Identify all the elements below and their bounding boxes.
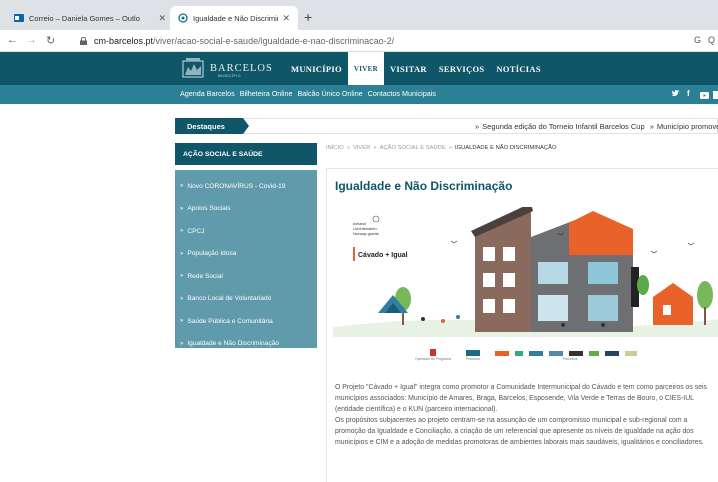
sidebar-menu: » Novo CORONAVÍRUS - Covid-19 » Apoios Soc… [175, 170, 317, 348]
highlight-item[interactable]: Município promove [657, 122, 718, 131]
sidebar-item-label: Apoios Sociais [187, 205, 231, 213]
tab-label: Correio – Daniela Gomes – Outlo [29, 13, 140, 23]
logo-name: BARCELOS [210, 63, 273, 74]
link-contactos[interactable]: Contactos Municipais [368, 89, 436, 98]
browser-tab-bar: Correio – Daniela Gomes – Outlo ✕ Iguald… [0, 0, 718, 30]
page-body: O Projeto "Cávado + Igual" integra como … [335, 382, 715, 448]
sidebar-item-igualdade[interactable]: » Igualdade e Não Discriminação [175, 333, 317, 356]
tab-label: Igualdade e Não Discriminação | [193, 13, 278, 23]
secondary-nav: Agenda Barcelos Bilheteira Online Balcão… [0, 85, 718, 104]
nav-viver[interactable]: VIVER [347, 52, 384, 85]
lock-icon [80, 37, 87, 45]
sidebar-item-coronavirus[interactable]: » Novo CORONAVÍRUS - Covid-19 [175, 175, 317, 198]
breadcrumb-current: IGUALDADE E NÃO DISCRIMINAÇÃO [454, 145, 557, 151]
url-path: /viver/acao-social-e-saude/igualdade-e-n… [153, 36, 395, 46]
nav-noticias[interactable]: NOTÍCIAS [490, 52, 546, 85]
promoter-logo: Promotor [466, 348, 480, 361]
tab-igualdade[interactable]: Igualdade e Não Discriminação | ✕ [170, 6, 298, 30]
sidebar-item-rede-social[interactable]: » Rede Social [175, 265, 317, 288]
link-balcao[interactable]: Balcão Único Online [298, 89, 363, 98]
sidebar-item-label: Saúde Pública e Comunitária [187, 317, 273, 325]
chevron-right-icon: » [373, 145, 377, 151]
sidebar-item-label: Novo CORONAVÍRUS - Covid-19 [187, 182, 286, 190]
paragraph-1: O Projeto "Cávado + Igual" integra como … [335, 384, 708, 413]
breadcrumb: INÍCIO» VIVER» AÇÃO SOCIAL E SAÚDE» IGUA… [326, 145, 559, 151]
barcelos-crest-icon [182, 57, 204, 77]
sidebar-item-apoios[interactable]: » Apoios Sociais [175, 198, 317, 221]
chevron-right-icon: » [180, 295, 184, 302]
nav-servicos[interactable]: SERVIÇOS [433, 52, 491, 85]
chevron-right-icon: » [180, 340, 184, 347]
chevron-right-icon: » [649, 122, 654, 131]
twitter-icon[interactable] [671, 89, 680, 100]
new-tab-button[interactable]: + [304, 9, 312, 25]
project-name: Cávado + Igual [358, 252, 408, 259]
sidebar-item-saude[interactable]: » Saúde Pública e Comunitária [175, 310, 317, 333]
paragraph-2: Os propósitos subjacentes ao projeto cen… [335, 417, 704, 446]
breadcrumb-viver[interactable]: VIVER [353, 145, 370, 151]
project-illustration: Iceland Liechtenstein Norway grants Cáva… [333, 207, 718, 337]
site-header: BARCELOS MUNICÍPIO MUNICÍPIO VIVER VISIT… [0, 52, 718, 85]
back-button[interactable]: ← [7, 34, 18, 46]
chevron-right-icon: » [475, 122, 480, 131]
facebook-icon[interactable]: f [687, 89, 690, 98]
sidebar-item-label: Igualdade e Não Discriminação [187, 340, 279, 348]
reload-button[interactable]: ↻ [46, 34, 55, 47]
youtube-icon[interactable] [700, 89, 709, 101]
partners-logos: Parceiros [495, 348, 645, 361]
highlights-arrow [243, 118, 249, 134]
nav-visitar[interactable]: VISITAR [384, 52, 433, 85]
highlights-label: Destaques [175, 118, 243, 134]
highlights-bar: Destaques » Segunda edição do Torneio Inf… [175, 118, 718, 134]
logo-subtitle: MUNICÍPIO [218, 74, 241, 78]
main-nav: MUNICÍPIO VIVER VISITAR SERVIÇOS NOTÍCIA… [285, 52, 547, 85]
link-agenda[interactable]: Agenda Barcelos [180, 89, 235, 98]
chevron-right-icon: » [180, 273, 184, 280]
chevron-right-icon: » [448, 145, 452, 151]
chevron-right-icon: » [180, 250, 184, 257]
chevron-right-icon: » [180, 228, 184, 235]
close-tab-icon[interactable]: ✕ [282, 13, 290, 24]
chevron-right-icon: » [346, 145, 350, 151]
breadcrumb-acao-social[interactable]: AÇÃO SOCIAL E SAÚDE [380, 145, 446, 151]
link-bilheteira[interactable]: Bilheteira Online [240, 89, 293, 98]
program-operator-logo: Operador do Programa [415, 348, 451, 361]
sponsor-logos: Operador do Programa Promotor Parceiros [415, 341, 645, 361]
url-input[interactable]: cm-barcelos.pt/viver/acao-social-e-saude… [80, 33, 710, 49]
breadcrumb-home[interactable]: INÍCIO [326, 145, 344, 151]
sidebar-item-label: Rede Social [187, 272, 223, 280]
nav-municipio[interactable]: MUNICÍPIO [285, 52, 348, 85]
chevron-right-icon: » [180, 205, 184, 212]
search-extension-icon[interactable]: Q [708, 35, 715, 45]
barcelos-logo[interactable]: BARCELOS MUNICÍPIO [180, 55, 278, 82]
close-tab-icon[interactable]: ✕ [158, 13, 166, 24]
sidebar-item-voluntariado[interactable]: » Banco Local de Voluntariado [175, 288, 317, 311]
sidebar-item-label: CPCJ [187, 227, 205, 235]
chevron-right-icon: » [180, 318, 184, 325]
highlights-ticker: » Segunda edição do Torneio Infantil Barc… [472, 122, 718, 131]
barcelos-favicon-icon [178, 13, 188, 23]
url-domain: cm-barcelos.pt [94, 36, 154, 46]
linkedin-icon[interactable] [713, 89, 718, 101]
tab-outlook[interactable]: Correio – Daniela Gomes – Outlo ✕ [6, 6, 174, 30]
svg-text:Norway grants: Norway grants [353, 231, 379, 236]
forward-button[interactable]: → [26, 34, 37, 46]
sidebar-item-label: Banco Local de Voluntariado [187, 295, 272, 303]
sidebar-item-populacao[interactable]: » População Idosa [175, 243, 317, 266]
outlook-icon [14, 14, 24, 22]
main-content: Igualdade e Não Discriminação Iceland Li… [326, 168, 718, 482]
page-title: Igualdade e Não Discriminação [335, 179, 513, 193]
sidebar-title: AÇÃO SOCIAL E SAÚDE [175, 143, 317, 165]
eea-grants-logo: Iceland Liechtenstein Norway grants [353, 215, 380, 236]
google-extension-icon[interactable]: G [694, 35, 701, 45]
sidebar-item-label: População Idosa [187, 250, 237, 258]
address-bar: ← → ↻ cm-barcelos.pt/viver/acao-social-e… [0, 30, 718, 52]
sidebar-item-cpcj[interactable]: » CPCJ [175, 220, 317, 243]
chevron-right-icon: » [180, 183, 184, 190]
highlight-item[interactable]: Segunda edição do Torneio Infantil Barce… [482, 122, 644, 131]
